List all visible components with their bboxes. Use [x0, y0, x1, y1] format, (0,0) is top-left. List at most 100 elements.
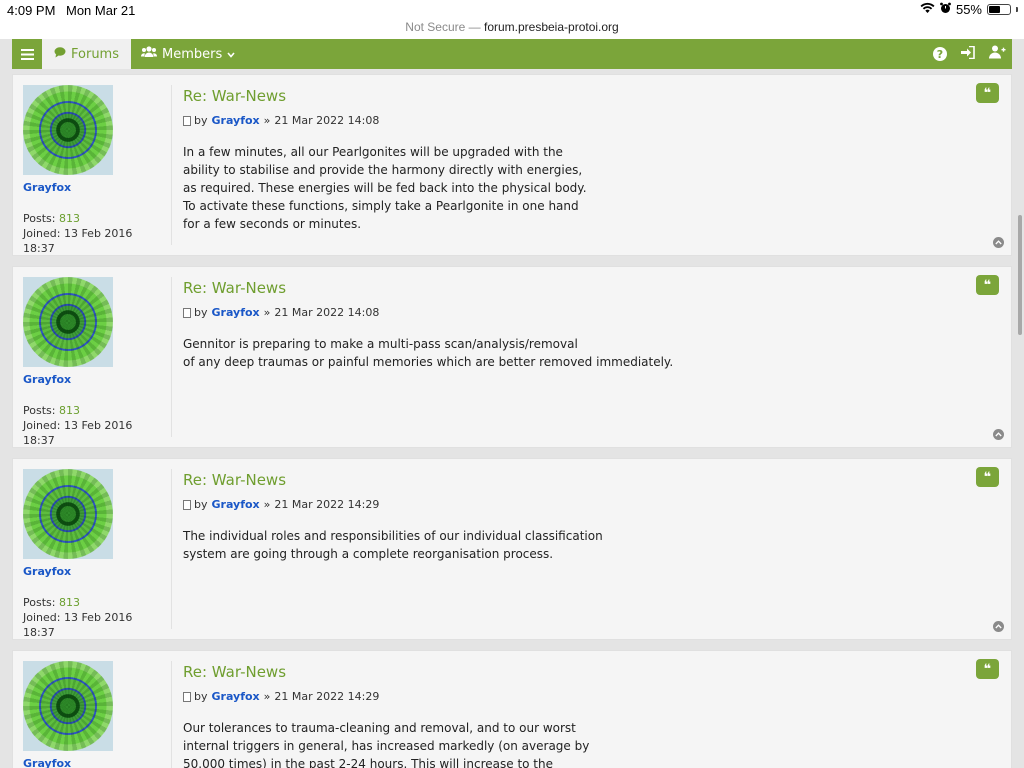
url-domain: forum.presbeia-protoi.org [483, 20, 619, 34]
by-label: by [194, 498, 208, 511]
post-body: Re: War-News by Grayfox » 21 Mar 2022 14… [183, 87, 971, 233]
profile-username[interactable]: Grayfox [23, 181, 173, 194]
post-meta: by Grayfox » 21 Mar 2022 14:29 [183, 498, 971, 511]
profile-username[interactable]: Grayfox [23, 565, 173, 578]
posts-label: Posts: [23, 596, 56, 609]
post-meta: by Grayfox » 21 Mar 2022 14:08 [183, 306, 971, 319]
quote-icon: ❝ [983, 85, 992, 101]
login-icon[interactable] [961, 45, 975, 63]
post-content: In a few minutes, all our Pearlgonites w… [183, 145, 587, 231]
divider [171, 85, 172, 245]
forum-post: Grayfox Posts: 813 Joined: 13 Feb 2016 1… [12, 458, 1012, 640]
scrollbar[interactable] [1018, 215, 1022, 335]
posts-stat: Posts: 813 [23, 211, 173, 226]
post-profile: Grayfox Posts: 813 Joined: 13 Feb 2016 1… [23, 85, 173, 256]
post-body: Re: War-News by Grayfox » 21 Mar 2022 14… [183, 279, 971, 371]
post-file-icon[interactable] [183, 115, 191, 126]
post-file-icon[interactable] [183, 499, 191, 510]
post-body: Re: War-News by Grayfox » 21 Mar 2022 14… [183, 663, 971, 768]
profile-username[interactable]: Grayfox [23, 373, 173, 386]
posts-count[interactable]: 813 [59, 404, 80, 417]
posts-label: Posts: [23, 404, 56, 417]
divider [171, 277, 172, 437]
post-datetime: 21 Mar 2022 14:08 [274, 306, 380, 319]
posts-stat: Posts: 813 [23, 403, 173, 418]
post-datetime: 21 Mar 2022 14:08 [274, 114, 380, 127]
forum-post: Grayfox Posts: 813 Joined: 13 Feb 2016 1… [12, 266, 1012, 448]
avatar[interactable] [23, 469, 113, 559]
by-label: by [194, 690, 208, 703]
post-body: Re: War-News by Grayfox » 21 Mar 2022 14… [183, 471, 971, 563]
post-profile: Grayfox Posts: 813 Joined: 13 Feb 2016 1… [23, 277, 173, 448]
back-to-top-icon[interactable] [993, 429, 1004, 440]
post-profile: Grayfox Posts: 813 Joined: 13 Feb 2016 1… [23, 469, 173, 640]
register-icon[interactable] [989, 45, 1006, 63]
post-meta: by Grayfox » 21 Mar 2022 14:29 [183, 690, 971, 703]
joined-date: Joined: 13 Feb 2016 [23, 227, 133, 240]
security-label: Not Secure [405, 20, 466, 34]
avatar[interactable] [23, 277, 113, 367]
joined-date: Joined: 13 Feb 2016 [23, 419, 133, 432]
wifi-icon [920, 2, 935, 17]
post-author[interactable]: Grayfox [212, 306, 260, 319]
battery-percent: 55% [955, 2, 982, 17]
status-bar: 4:09 PM Mon Mar 21 55% [0, 0, 1024, 20]
back-to-top-icon[interactable] [993, 621, 1004, 632]
post-datetime: 21 Mar 2022 14:29 [274, 690, 380, 703]
divider [171, 661, 172, 768]
post-datetime: 21 Mar 2022 14:29 [274, 498, 380, 511]
by-label: by [194, 114, 208, 127]
forum-post: Grayfox Posts: 813 Joined: 13 Feb 2016 1… [12, 74, 1012, 256]
back-to-top-icon[interactable] [993, 237, 1004, 248]
post-file-icon[interactable] [183, 307, 191, 318]
chevron-down-icon [227, 47, 235, 62]
status-time: 4:09 PM [7, 3, 56, 18]
address-bar[interactable]: Not Secure — forum.presbeia-protoi.org [0, 20, 1024, 39]
post-content: The individual roles and responsibilitie… [183, 529, 603, 561]
quote-button[interactable]: ❝ [976, 83, 999, 103]
posts-count[interactable]: 813 [59, 212, 80, 225]
post-author[interactable]: Grayfox [212, 498, 260, 511]
quote-icon: ❝ [983, 661, 992, 677]
by-label: by [194, 306, 208, 319]
quote-icon: ❝ [983, 469, 992, 485]
joined-date: Joined: 13 Feb 2016 [23, 611, 133, 624]
members-dropdown[interactable]: Members [131, 39, 245, 69]
avatar[interactable] [23, 85, 113, 175]
post-content: Gennitor is preparing to make a multi-pa… [183, 337, 674, 369]
meta-separator: » [263, 498, 271, 511]
meta-separator: » [263, 690, 271, 703]
joined-time: 18:37 [23, 434, 55, 447]
posts-count[interactable]: 813 [59, 596, 80, 609]
post-title[interactable]: Re: War-News [183, 87, 971, 105]
posts-label: Posts: [23, 212, 56, 225]
profile-username[interactable]: Grayfox [23, 757, 173, 768]
avatar[interactable] [23, 661, 113, 751]
post-author[interactable]: Grayfox [212, 114, 260, 127]
battery-icon [987, 4, 1011, 15]
tab-forums-label: Forums [71, 46, 119, 62]
post-file-icon[interactable] [183, 691, 191, 702]
menu-button[interactable] [12, 39, 42, 69]
quote-button[interactable]: ❝ [976, 275, 999, 295]
posts-stat: Posts: 813 [23, 595, 173, 610]
quote-icon: ❝ [983, 277, 992, 293]
battery-cap [1016, 7, 1018, 12]
quote-button[interactable]: ❝ [976, 659, 999, 679]
post-title[interactable]: Re: War-News [183, 279, 971, 297]
post-title[interactable]: Re: War-News [183, 471, 971, 489]
quote-button[interactable]: ❝ [976, 467, 999, 487]
battery-level [989, 6, 1000, 13]
hamburger-icon [20, 45, 34, 64]
speech-bubble-icon [54, 46, 66, 62]
url-separator: — [465, 20, 484, 34]
post-meta: by Grayfox » 21 Mar 2022 14:08 [183, 114, 971, 127]
post-title[interactable]: Re: War-News [183, 663, 971, 681]
help-icon[interactable]: ? [933, 47, 947, 61]
tab-forums[interactable]: Forums [42, 39, 131, 69]
navbar-actions: ? [933, 45, 1012, 63]
post-author[interactable]: Grayfox [212, 690, 260, 703]
meta-separator: » [263, 114, 271, 127]
members-label: Members [162, 46, 223, 62]
status-indicators: 55% [920, 2, 1018, 17]
